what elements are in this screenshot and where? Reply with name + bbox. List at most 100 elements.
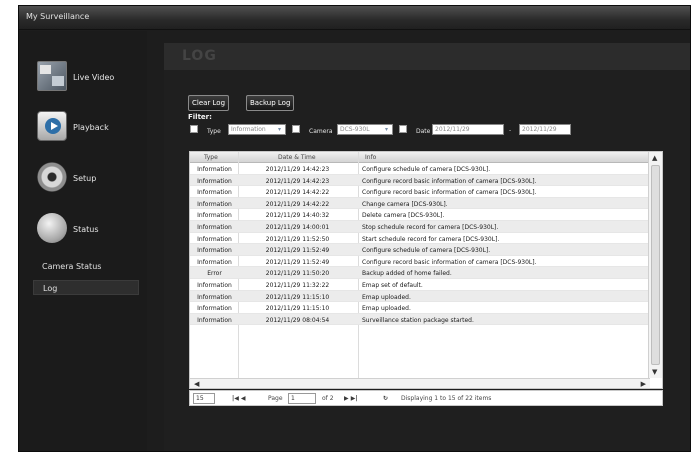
column-header-info[interactable]: Info bbox=[365, 154, 376, 161]
pagination-bar: 15 |◀ ◀ Page 1 of 2 ▶ ▶| ↻ Displaying 1 … bbox=[189, 390, 663, 406]
page-title: LOG bbox=[182, 48, 217, 64]
camera-filter-value: DCS-930L bbox=[340, 126, 370, 133]
cell-type: Information bbox=[197, 177, 232, 185]
table-header: Type Date & Time Info bbox=[190, 152, 650, 163]
cell-datetime: 2012/11/29 08:04:54 bbox=[265, 316, 330, 324]
table-row[interactable]: Information 2012/11/29 14:00:01 Stop sched… bbox=[190, 220, 650, 233]
type-filter-value: Information bbox=[231, 126, 266, 133]
sidebar-item-status[interactable]: Status bbox=[33, 213, 143, 247]
cell-info: Change camera [DCS-930L]. bbox=[362, 200, 448, 208]
cell-type: Information bbox=[197, 166, 232, 173]
table-row[interactable]: Information 2012/11/29 11:15:10 Emap uploa… bbox=[190, 302, 650, 314]
cell-type: Information bbox=[197, 305, 232, 313]
sidebar: Live Video Playback Setup Status Camera … bbox=[19, 31, 147, 451]
cell-datetime: 2012/11/29 14:40:32 bbox=[265, 212, 330, 220]
column-header-datetime[interactable]: Date & Time bbox=[278, 154, 316, 161]
app-title: My Surveillance bbox=[26, 12, 90, 21]
scroll-thumb[interactable] bbox=[651, 165, 660, 365]
scroll-left-icon[interactable]: ◀ bbox=[194, 380, 199, 388]
table-row[interactable]: Information 2012/11/29 14:42:23 Configure … bbox=[190, 163, 650, 175]
cell-type: Information bbox=[197, 247, 232, 255]
gear-icon bbox=[34, 162, 70, 192]
cell-datetime: 2012/11/29 11:15:10 bbox=[265, 293, 330, 301]
table-row[interactable]: Information 2012/11/29 11:32:22 Emap set o… bbox=[190, 279, 650, 291]
table-row[interactable]: Error 2012/11/29 11:50:20 Backup added of … bbox=[190, 267, 650, 279]
chevron-down-icon: ▾ bbox=[277, 126, 281, 133]
cell-info: Backup added of home failed. bbox=[362, 270, 452, 278]
table-row[interactable]: Information 2012/11/29 11:52:49 Configure … bbox=[190, 256, 650, 268]
next-last-page-buttons[interactable]: ▶ ▶| bbox=[344, 395, 358, 402]
sidebar-item-label: Setup bbox=[73, 174, 97, 183]
type-filter-select[interactable]: Information ▾ bbox=[228, 124, 286, 135]
camera-filter-select[interactable]: DCS-930L ▾ bbox=[337, 124, 393, 135]
cell-datetime: 2012/11/29 14:00:01 bbox=[265, 223, 330, 231]
cell-type: Information bbox=[197, 281, 232, 289]
clear-log-button[interactable]: Clear Log bbox=[188, 95, 230, 111]
cell-info: Configure record basic information of ca… bbox=[362, 258, 537, 266]
page-header: LOG bbox=[164, 43, 690, 70]
cell-type: Information bbox=[197, 258, 232, 266]
sidebar-item-log[interactable]: Log bbox=[33, 280, 139, 295]
cell-info: Stop schedule record for camera [DCS-930… bbox=[362, 223, 499, 231]
cell-datetime: 2012/11/29 11:32:22 bbox=[265, 281, 330, 289]
table-row[interactable]: Information 2012/11/29 14:42:22 Configure … bbox=[190, 186, 650, 198]
date-from-field[interactable]: 2012/11/29 bbox=[432, 124, 504, 135]
cell-info: Configure schedule of camera [DCS-930L]. bbox=[362, 166, 491, 173]
table-row[interactable]: Information 2012/11/29 11:52:49 Configure … bbox=[190, 244, 650, 256]
table-row[interactable]: Information 2012/11/29 14:40:32 Delete cam… bbox=[190, 209, 650, 221]
cell-datetime: 2012/11/29 11:52:50 bbox=[265, 235, 330, 243]
scroll-right-icon[interactable]: ▶ bbox=[641, 380, 646, 388]
cell-datetime: 2012/11/29 14:42:22 bbox=[265, 200, 330, 208]
cell-info: Emap set of default. bbox=[362, 281, 423, 289]
cell-type: Information bbox=[197, 293, 232, 301]
cell-datetime: 2012/11/29 14:42:22 bbox=[265, 189, 330, 197]
cell-datetime: 2012/11/29 14:42:23 bbox=[265, 166, 330, 173]
table-row[interactable]: Information 2012/11/29 11:15:10 Emap uploa… bbox=[190, 290, 650, 303]
cell-type: Information bbox=[197, 189, 232, 197]
log-table: Type Date & Time Info Information 2012/11… bbox=[189, 151, 663, 389]
camera-filter-checkbox[interactable] bbox=[292, 125, 300, 133]
sidebar-item-label: Playback bbox=[73, 123, 109, 132]
sidebar-item-label: Live Video bbox=[73, 73, 115, 82]
chevron-down-icon: ▾ bbox=[384, 126, 388, 133]
sidebar-item-setup[interactable]: Setup bbox=[33, 162, 143, 196]
display-range-text: Displaying 1 to 15 of 22 items bbox=[401, 395, 492, 402]
refresh-icon[interactable]: ↻ bbox=[383, 395, 388, 402]
cell-info: Start schedule record for camera [DCS-93… bbox=[362, 235, 500, 243]
title-bar: My Surveillance bbox=[19, 6, 690, 30]
cell-type: Error bbox=[207, 270, 222, 278]
table-row[interactable]: Information 2012/11/29 08:04:54 Surveillan… bbox=[190, 313, 650, 326]
table-row[interactable]: Information 2012/11/29 14:42:23 Configure … bbox=[190, 174, 650, 187]
table-row[interactable]: Information 2012/11/29 11:52:50 Start sche… bbox=[190, 233, 650, 245]
cell-datetime: 2012/11/29 11:15:10 bbox=[265, 305, 330, 313]
table-body: Information 2012/11/29 14:42:23 Configure … bbox=[190, 163, 650, 326]
table-row[interactable]: Information 2012/11/29 14:42:22 Change cam… bbox=[190, 197, 650, 210]
cell-info: Emap uploaded. bbox=[362, 305, 411, 313]
cell-info: Configure record basic information of ca… bbox=[362, 189, 537, 197]
cell-info: Delete camera [DCS-930L]. bbox=[362, 212, 445, 220]
scroll-down-icon[interactable]: ▼ bbox=[652, 368, 657, 376]
cell-info: Configure schedule of camera [DCS-930L]. bbox=[362, 247, 491, 255]
horizontal-scrollbar[interactable]: ◀ ▶ bbox=[190, 378, 650, 388]
date-filter-label: Date bbox=[416, 128, 431, 135]
sidebar-item-live-video[interactable]: Live Video bbox=[33, 61, 143, 95]
sidebar-item-camera-status[interactable]: Camera Status bbox=[33, 259, 139, 274]
cell-datetime: 2012/11/29 11:52:49 bbox=[265, 247, 330, 255]
page-size-select[interactable]: 15 bbox=[193, 393, 215, 404]
vertical-scrollbar[interactable]: ▲ ▼ bbox=[648, 152, 662, 378]
cell-type: Information bbox=[197, 212, 232, 220]
cell-datetime: 2012/11/29 11:50:20 bbox=[265, 270, 330, 278]
page-number-input[interactable]: 1 bbox=[288, 393, 316, 404]
page-count: of 2 bbox=[322, 395, 334, 402]
column-header-type[interactable]: Type bbox=[204, 154, 218, 161]
cell-datetime: 2012/11/29 11:52:49 bbox=[265, 258, 330, 266]
cell-type: Information bbox=[197, 235, 232, 243]
live-video-icon bbox=[37, 61, 67, 91]
date-filter-checkbox[interactable] bbox=[399, 125, 407, 133]
date-to-field[interactable]: 2012/11/29 bbox=[519, 124, 571, 135]
backup-log-button[interactable]: Backup Log bbox=[246, 95, 295, 111]
sidebar-item-playback[interactable]: Playback bbox=[33, 111, 143, 145]
first-prev-page-buttons[interactable]: |◀ ◀ bbox=[232, 395, 246, 402]
scroll-up-icon[interactable]: ▲ bbox=[652, 154, 657, 162]
type-filter-checkbox[interactable] bbox=[190, 125, 198, 133]
